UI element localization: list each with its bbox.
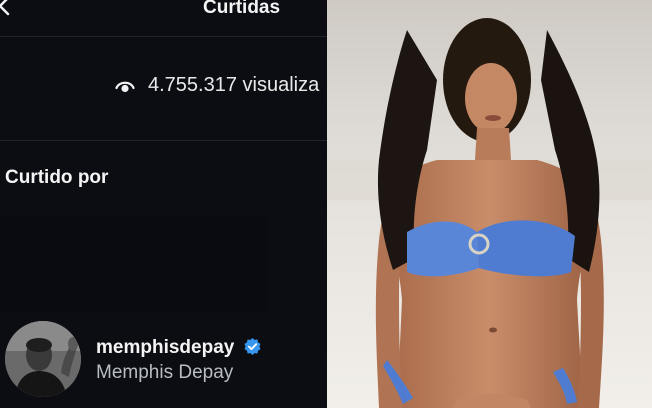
views-count-text: 4.755.317 visualiza [148,74,320,96]
verified-badge-icon [244,337,261,356]
liker-username[interactable]: memphisdepay [96,337,234,359]
photo-panel [327,0,652,408]
liker-row[interactable]: memphisdepay Memphis Depay [0,320,327,400]
likes-screen: Curtidas 4.755.317 visualiza Curtido por… [0,0,327,408]
section-divider [0,140,327,141]
liker-full-name: Memphis Depay [96,362,234,383]
header-divider [0,36,327,37]
avatar[interactable] [5,321,81,397]
avatar-photo [5,321,81,397]
liked-by-heading: Curtido por [5,167,109,188]
top-bar: Curtidas [0,0,327,36]
page-title: Curtidas [203,0,281,18]
back-arrow-icon[interactable] [0,0,14,20]
hidden-content-block [0,216,268,312]
eye-icon [115,81,135,93]
beach-photo [327,0,652,408]
